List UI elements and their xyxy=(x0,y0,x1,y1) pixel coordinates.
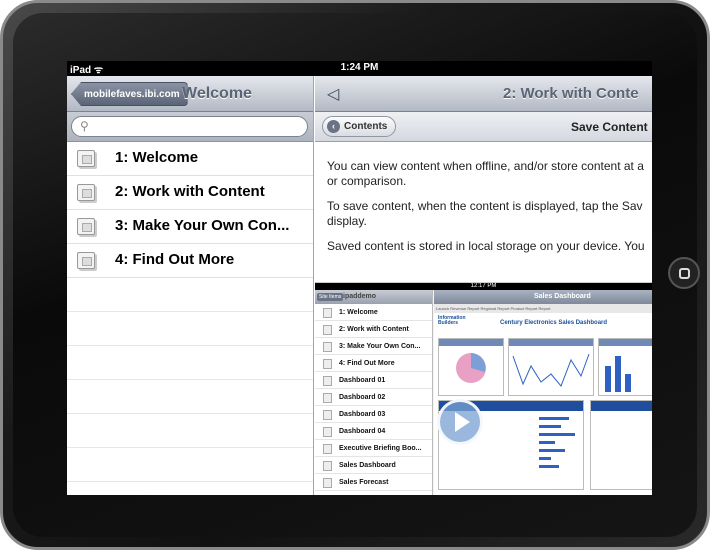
panel-header xyxy=(599,339,652,346)
embed-list-item: Dashboard 03 xyxy=(315,406,432,423)
contents-button[interactable]: ‹ Contents xyxy=(322,116,397,137)
embed-list-item: Dashboard 01 xyxy=(315,372,432,389)
embed-back-button: Site Items xyxy=(317,293,344,301)
empty-row xyxy=(67,312,313,346)
list-item-label: 2: Work with Content xyxy=(115,183,265,200)
embed-pie-panel xyxy=(438,338,504,396)
embed-dashboard-navbar: Sales Dashboard xyxy=(434,290,652,304)
table-bar xyxy=(539,449,565,452)
embed-dashboard-title: Sales Dashboard xyxy=(534,293,591,300)
content-list: 1: Welcome 2: Work with Content 3: Make … xyxy=(67,142,313,482)
embed-line-panel xyxy=(508,338,594,396)
detail-pane: ◁ 2: Work with Conte ‹ Contents Save Con… xyxy=(315,76,652,495)
line-series xyxy=(512,353,590,387)
embed-navbar: Site Items ipaddemo xyxy=(315,290,432,304)
embed-list-item: 2: Work with Content xyxy=(315,321,432,338)
save-content-button[interactable]: Save Content xyxy=(571,120,648,134)
navigate-left-icon[interactable]: ◁ xyxy=(327,84,339,104)
embed-list-item: Sales Dashboard xyxy=(315,457,432,474)
embed-list-item: Dashboard 02 xyxy=(315,389,432,406)
embedded-video-thumbnail[interactable]: 12:17 PM Site Items ipaddemo 1: Welcome … xyxy=(315,282,652,495)
embed-nav-title: ipaddemo xyxy=(343,293,377,300)
empty-row xyxy=(67,414,313,448)
embed-list-item: 3: Make Your Own Con... xyxy=(315,338,432,355)
list-item-find-out-more[interactable]: 4: Find Out More xyxy=(67,244,313,278)
panel-header xyxy=(509,339,593,346)
embed-master-pane: Site Items ipaddemo 1: Welcome 2: Work w… xyxy=(315,290,433,495)
bar xyxy=(625,374,631,392)
embed-regional-panel xyxy=(590,400,652,490)
line-chart-graphic xyxy=(512,353,590,387)
table-bar xyxy=(539,457,551,460)
embed-dashboard: Sales Dashboard Launch Revenue Report Re… xyxy=(434,290,652,495)
list-item-label: 3: Make Your Own Con... xyxy=(115,217,290,234)
empty-row xyxy=(67,380,313,414)
search-bar: ⚲ xyxy=(67,112,313,142)
embed-list-item: Dashboard 04 xyxy=(315,423,432,440)
list-item-label: 1: Welcome xyxy=(115,149,199,166)
panel-header xyxy=(591,401,652,411)
paragraph: You can view content when offline, and/o… xyxy=(327,159,652,189)
embed-status-bar: 12:17 PM xyxy=(315,283,652,290)
empty-row xyxy=(67,448,313,482)
document-icon xyxy=(77,218,95,235)
embed-list-item: 4: Find Out More xyxy=(315,355,432,372)
document-icon xyxy=(77,184,95,201)
table-bar xyxy=(539,417,569,420)
play-video-button[interactable] xyxy=(437,399,483,445)
embed-brand-logo: Information Builders xyxy=(438,315,466,326)
play-icon xyxy=(455,412,470,432)
paragraph-line: display. xyxy=(327,214,367,228)
empty-row xyxy=(67,346,313,380)
panel-header xyxy=(439,339,503,346)
table-bar xyxy=(539,433,575,436)
list-item-welcome[interactable]: 1: Welcome xyxy=(67,142,313,176)
empty-row xyxy=(67,278,313,312)
list-item-make-your-own[interactable]: 3: Make Your Own Con... xyxy=(67,210,313,244)
pie-chart-graphic xyxy=(456,353,486,383)
search-icon: ⚲ xyxy=(80,119,89,133)
search-input[interactable]: ⚲ xyxy=(71,116,308,137)
status-bar: iPad ᯤ 1:24 PM xyxy=(67,61,652,76)
document-icon xyxy=(77,150,95,167)
paragraph-line: You can view content when offline, and/o… xyxy=(327,159,644,173)
list-item-work-with-content[interactable]: 2: Work with Content xyxy=(67,176,313,210)
home-button[interactable] xyxy=(668,257,700,289)
paragraph: Saved content is stored in local storage… xyxy=(327,239,652,254)
table-bar xyxy=(539,441,555,444)
home-square-icon xyxy=(678,267,690,279)
detail-navbar: ◁ 2: Work with Conte xyxy=(315,76,652,112)
embed-list-item: Executive Briefing Boo... xyxy=(315,440,432,457)
paragraph-line: or comparison. xyxy=(327,174,407,188)
detail-toolbar: ‹ Contents Save Content xyxy=(315,112,652,142)
screen: iPad ᯤ 1:24 PM mobilefaves.ibi.com Welco… xyxy=(67,61,652,495)
back-arrow-icon: ‹ xyxy=(327,120,340,133)
master-pane: mobilefaves.ibi.com Welcome ⚲ 1: Welcome… xyxy=(67,76,314,495)
embed-dashboard-heading: Century Electronics Sales Dashboard xyxy=(500,320,608,326)
embed-list-item: 1: Welcome xyxy=(315,304,432,321)
bar xyxy=(615,356,621,392)
list-item-label: 4: Find Out More xyxy=(115,251,235,268)
paragraph: To save content, when the content is dis… xyxy=(327,199,652,229)
embed-list-item: Sales Forecast xyxy=(315,474,432,491)
document-icon xyxy=(77,252,95,269)
article-body: You can view content when offline, and/o… xyxy=(327,159,652,264)
master-title: Welcome xyxy=(182,85,252,102)
bar-chart-graphic xyxy=(605,356,631,392)
back-button[interactable]: mobilefaves.ibi.com xyxy=(71,82,188,106)
bar xyxy=(605,366,611,392)
detail-title: 2: Work with Conte xyxy=(503,85,639,102)
table-bar xyxy=(539,425,561,428)
paragraph-line: To save content, when the content is dis… xyxy=(327,199,643,213)
embed-dashboard-tabs: Launch Revenue Report Regional Report Pr… xyxy=(434,304,652,313)
paragraph-line: Saved content is stored in local storage… xyxy=(327,239,645,253)
contents-button-label: Contents xyxy=(344,121,388,132)
status-time: 1:24 PM xyxy=(340,62,379,73)
master-navbar: mobilefaves.ibi.com Welcome xyxy=(67,76,313,112)
embed-bar-panel xyxy=(598,338,652,396)
table-bar xyxy=(539,465,559,468)
